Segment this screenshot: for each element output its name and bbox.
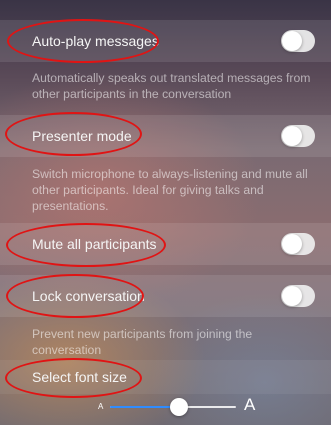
annotation-circle-lock xyxy=(6,274,144,318)
font-size-slider[interactable]: A A xyxy=(0,395,331,419)
lock-conversation-description: Prevent new participants from joining th… xyxy=(32,327,253,357)
annotation-circle-presenter xyxy=(5,112,142,156)
toggle-knob xyxy=(282,234,302,254)
annotation-circle-auto-play xyxy=(7,19,159,63)
presenter-mode-toggle[interactable] xyxy=(281,125,315,147)
annotation-circle-font-size xyxy=(5,358,142,398)
presenter-mode-description: Switch microphone to always-listening an… xyxy=(32,167,308,213)
mute-all-toggle[interactable] xyxy=(281,233,315,255)
small-font-icon: A xyxy=(98,402,104,411)
slider-thumb[interactable] xyxy=(170,398,189,416)
toggle-knob xyxy=(282,126,302,146)
auto-play-description: Automatically speaks out translated mess… xyxy=(32,71,311,101)
lock-conversation-toggle[interactable] xyxy=(281,285,315,307)
auto-play-toggle[interactable] xyxy=(281,30,315,52)
slider-fill xyxy=(110,406,180,408)
toggle-knob xyxy=(282,31,302,51)
toggle-knob xyxy=(282,286,302,306)
large-font-icon: A xyxy=(244,395,256,414)
annotation-circle-mute-all xyxy=(6,223,166,267)
